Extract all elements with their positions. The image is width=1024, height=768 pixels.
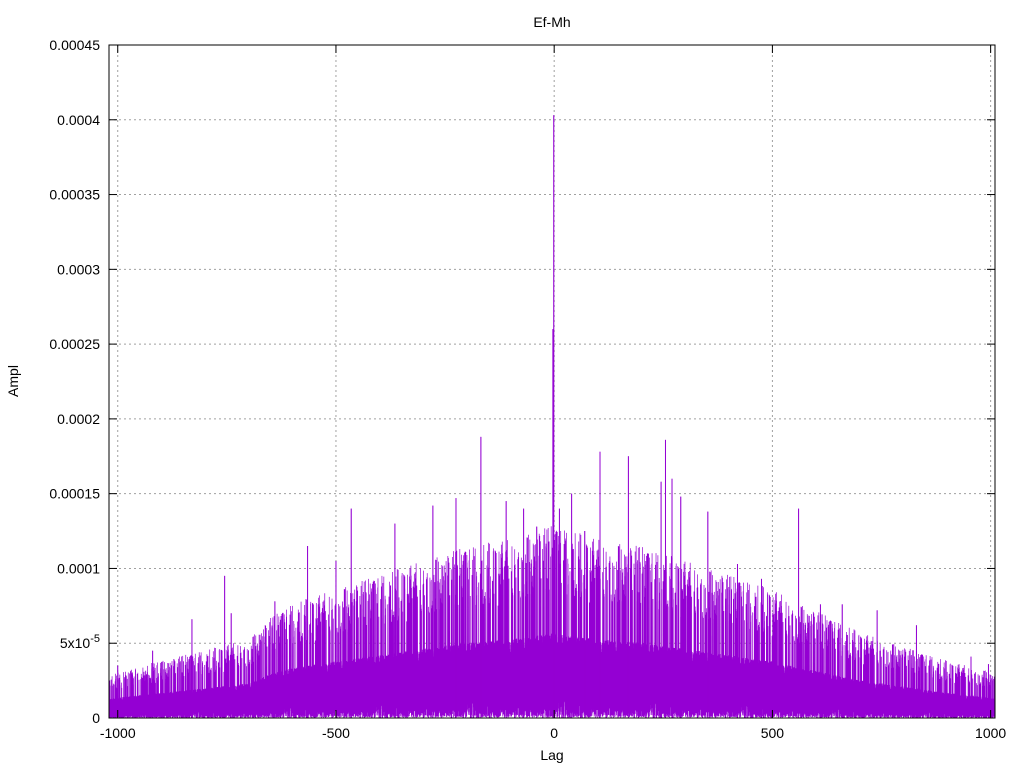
y-tick-label: 0 xyxy=(92,710,100,726)
y-axis-title: Ampl xyxy=(5,365,21,397)
x-tick-label: -500 xyxy=(322,725,350,741)
y-tick-label: 0.00015 xyxy=(49,486,100,502)
x-axis-title: Lag xyxy=(540,747,563,763)
chart-title: Ef-Mh xyxy=(533,14,570,30)
y-tick-label: 0.0002 xyxy=(57,411,100,427)
y-tick-label: 0.00025 xyxy=(49,336,100,352)
chart-canvas: 05x10-50.00010.000150.00020.000250.00030… xyxy=(0,0,1024,768)
x-tick-label: -1000 xyxy=(100,725,136,741)
y-tick-label: 0.0001 xyxy=(57,560,100,576)
y-tick-label: 0.00045 xyxy=(49,37,100,53)
x-tick-label: 500 xyxy=(761,725,785,741)
y-tick-label: 0.00035 xyxy=(49,187,100,203)
y-tick-label: 0.0004 xyxy=(57,112,100,128)
x-tick-label: 0 xyxy=(550,725,558,741)
x-tick-label: 1000 xyxy=(975,725,1006,741)
y-tick-label: 0.0003 xyxy=(57,261,100,277)
